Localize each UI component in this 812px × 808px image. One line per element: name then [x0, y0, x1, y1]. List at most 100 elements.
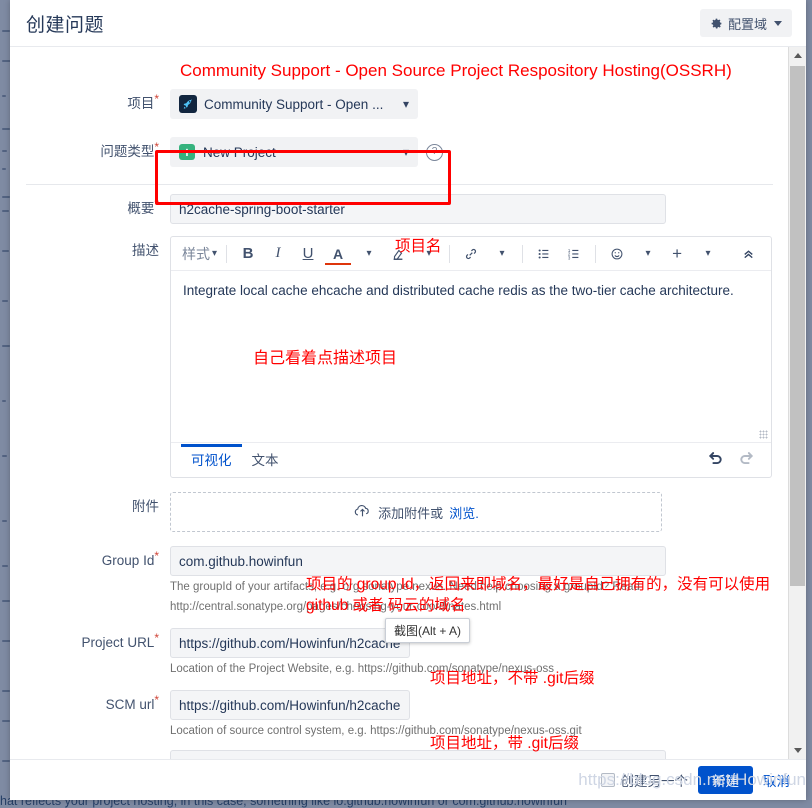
checkbox-box[interactable]: [601, 773, 615, 787]
required-marker: *: [154, 693, 159, 707]
emoji-dropdown[interactable]: ▾: [632, 241, 662, 267]
project-select[interactable]: Community Support - Open ... ▾: [170, 89, 418, 119]
configure-fields-button[interactable]: 配置域: [700, 9, 792, 37]
field-row-summary: 概要*: [10, 194, 789, 224]
toolbar-divider: [595, 245, 596, 263]
undo-icon[interactable]: [707, 449, 724, 471]
create-another-checkbox[interactable]: 创建另一个: [601, 770, 689, 790]
chevron-down-icon: ▾: [387, 97, 409, 111]
link-icon[interactable]: [456, 241, 486, 267]
cancel-button[interactable]: 取消: [763, 770, 790, 790]
dialog-header: 创建问题 配置域: [10, 0, 806, 47]
background-text-line: [2, 720, 10, 722]
submit-button[interactable]: 新建: [698, 766, 753, 794]
issue-type-label: 问题类型*: [10, 137, 170, 167]
background-text-line: [2, 400, 6, 402]
group-id-hint-line2: http://central.sonatype.org/pages/choosi…: [170, 599, 789, 616]
attachment-browse-link[interactable]: 浏览.: [449, 503, 479, 522]
chevron-down-icon: ▾: [212, 248, 217, 259]
group-id-label: Group Id*: [10, 546, 170, 576]
tab-visual[interactable]: 可视化: [181, 444, 242, 477]
project-url-label: Project URL*: [10, 628, 170, 658]
description-editor: 样式 ▾ B I U A ▾ ▾ ▾ 1 2 3 ▾ + ▾ Integrate…: [170, 236, 772, 478]
insert-more-dropdown[interactable]: ▾: [692, 241, 722, 267]
undo-redo-group: [707, 449, 761, 471]
question-circle-icon[interactable]: ?: [426, 144, 443, 161]
description-body-text: Integrate local cache ehcache and distri…: [183, 281, 759, 300]
project-control: Community Support - Open ... ▾: [170, 89, 789, 119]
toolbar-divider: [449, 245, 450, 263]
field-row-description: 描述 样式 ▾ B I U A ▾ ▾ ▾ 1 2 3 ▾ + ▾ Integr…: [10, 236, 789, 478]
bullet-list-icon[interactable]: [529, 241, 559, 267]
dialog-footer: 创建另一个 新建 取消: [10, 759, 806, 800]
field-row-group-id: Group Id* The groupId of your artifacts,…: [10, 546, 789, 616]
highlight-icon[interactable]: [383, 241, 413, 267]
vertical-scrollbar[interactable]: [788, 47, 806, 759]
group-id-input[interactable]: [170, 546, 666, 576]
next-field-input[interactable]: [170, 750, 666, 759]
scrollbar-thumb[interactable]: [790, 66, 805, 586]
chevron-down-icon: ▾: [646, 248, 651, 259]
chevron-down-icon: ▾: [706, 248, 711, 259]
triangle-up-icon: [794, 53, 802, 58]
attachment-dropzone[interactable]: 添加附件或 浏览.: [170, 492, 662, 532]
project-label: 项目*: [10, 89, 170, 119]
bold-button[interactable]: B: [233, 241, 263, 267]
required-marker: *: [154, 549, 159, 563]
emoji-icon[interactable]: [602, 241, 632, 267]
chevron-double-up-icon[interactable]: [733, 241, 763, 267]
toolbar-style-dropdown[interactable]: 样式 ▾: [179, 241, 220, 267]
toolbar-divider: [522, 245, 523, 263]
underline-button[interactable]: U: [293, 241, 323, 267]
scm-url-input[interactable]: [170, 690, 410, 720]
required-marker: *: [154, 631, 159, 645]
required-marker: *: [154, 197, 159, 211]
plus-square-icon: +: [179, 144, 195, 160]
background-text-line: [2, 95, 6, 97]
summary-input[interactable]: [170, 194, 666, 224]
required-marker: *: [154, 140, 159, 154]
background-text-line: [2, 455, 7, 457]
svg-text:3: 3: [568, 255, 571, 260]
resize-grip[interactable]: [759, 430, 768, 439]
background-text-line: [2, 520, 7, 522]
chevron-down-icon: ▾: [387, 145, 409, 159]
text-color-dropdown[interactable]: ▾: [353, 241, 383, 267]
description-control: 样式 ▾ B I U A ▾ ▾ ▾ 1 2 3 ▾ + ▾ Integrate…: [170, 236, 789, 478]
scroll-up-button[interactable]: [789, 47, 806, 64]
summary-control: [170, 194, 789, 224]
italic-button[interactable]: I: [263, 241, 293, 267]
project-url-input[interactable]: [170, 628, 410, 658]
tab-text[interactable]: 文本: [242, 444, 289, 477]
link-dropdown[interactable]: ▾: [486, 241, 516, 267]
rocket-icon: [179, 95, 197, 113]
editor-mode-tabs: 可视化 文本: [171, 442, 771, 477]
text-color-button[interactable]: A: [323, 241, 353, 267]
configure-fields-label: 配置域: [728, 14, 767, 33]
chevron-down-icon: ▾: [427, 248, 432, 259]
background-text-line: [2, 128, 10, 130]
redo-icon[interactable]: [738, 449, 755, 471]
attachment-drop-text: 添加附件或: [378, 503, 443, 522]
gear-icon: [710, 17, 723, 30]
field-row-next-partial: [10, 750, 789, 759]
project-url-control: Location of the Project Website, e.g. ht…: [170, 628, 789, 678]
attachment-label: 附件: [10, 492, 170, 522]
background-text-line: [2, 565, 8, 567]
background-text-line: [2, 300, 8, 302]
insert-more-button[interactable]: +: [662, 241, 692, 267]
field-row-attachment: 附件 添加附件或 浏览.: [10, 492, 789, 532]
scroll-down-button[interactable]: [789, 742, 806, 759]
issue-type-select[interactable]: + New Project ▾: [170, 137, 418, 167]
page-title: 创建问题: [26, 10, 104, 37]
project-select-value: Community Support - Open ...: [204, 97, 383, 112]
background-text-line: [2, 196, 10, 198]
scm-url-control: Location of source control system, e.g. …: [170, 690, 789, 740]
background-text-line: [2, 345, 10, 347]
attachment-control: 添加附件或 浏览.: [170, 492, 789, 532]
numbered-list-icon[interactable]: 1 2 3: [559, 241, 589, 267]
background-text-line: [2, 210, 9, 212]
chevron-down-icon: ▾: [367, 248, 372, 259]
highlight-dropdown[interactable]: ▾: [413, 241, 443, 267]
description-textarea[interactable]: Integrate local cache ehcache and distri…: [171, 271, 771, 442]
